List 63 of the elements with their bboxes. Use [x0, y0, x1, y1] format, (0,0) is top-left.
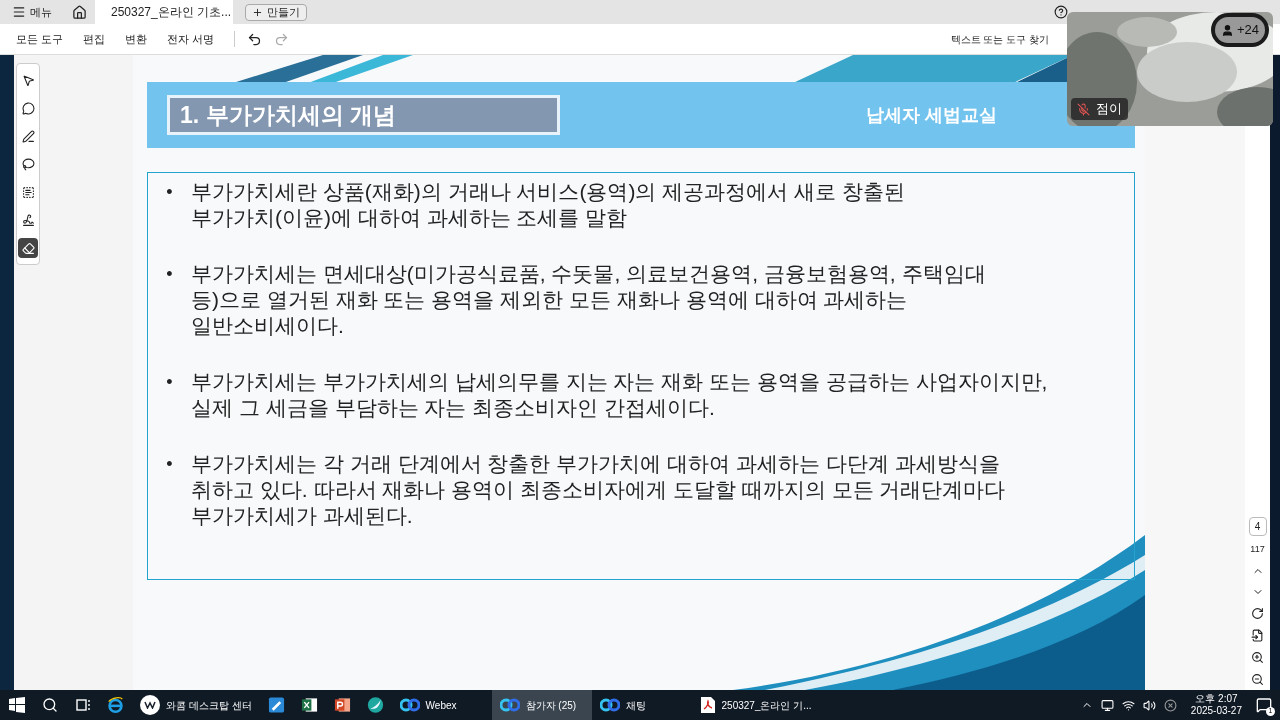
tab-title: 250327_온라인 기초...: [111, 4, 232, 21]
rotate-icon[interactable]: [1251, 607, 1264, 620]
taskbar-app-button[interactable]: 250327_온라인 기...: [691, 690, 820, 720]
bullet-marker: •: [165, 371, 174, 394]
windows-icon: [8, 697, 25, 713]
pdf-file-icon: [699, 696, 716, 714]
taskbar-app-button[interactable]: 채팅: [591, 690, 692, 720]
lasso-tool-icon: [21, 157, 35, 171]
presentation-icon: [333, 696, 351, 714]
toolbar-menu[interactable]: 편집: [83, 30, 106, 48]
bullet-text: 부가가치세는 부가가치세의 납세의무를 지는 자는 재화 또는 용역을 공급하는 사업자이지만, 실제 그 세금을 부담하는 자는 최종소비자인 간접세이다.: [191, 369, 1048, 421]
taskbar-app-button[interactable]: Webex: [391, 690, 492, 720]
meeting-app-icon: [399, 698, 420, 712]
undo-icon[interactable]: [247, 31, 263, 47]
app-icon: [366, 695, 384, 715]
help-icon[interactable]: [1054, 5, 1068, 19]
bullet-text: 부가가치세는 각 거래 단계에서 창출한 부가가치에 대하여 과세하는 다단계 과세방식을 취하고 있다. 따라서 재화나 용역이 최종소비자에게 도달할 때까지의 모든 거래단계마다 부가가치세가 과세된다.: [191, 451, 1006, 529]
draw-tool-icon: [21, 129, 35, 143]
taskbar-app-button[interactable]: 와콤 데스크탑 센터: [132, 690, 260, 720]
menu-icon: [12, 5, 26, 19]
sign-tool-icon: [21, 213, 35, 227]
bullet-marker: •: [165, 453, 174, 476]
wireless-icon[interactable]: [1121, 698, 1135, 712]
bullet-marker: •: [165, 181, 174, 204]
volume-icon[interactable]: [1142, 698, 1156, 712]
page-fit-icon[interactable]: [1251, 629, 1264, 642]
page-total: 117: [1250, 542, 1265, 556]
slide-subtitle: 납세자 세법교실: [866, 103, 997, 127]
pen-tablet-icon: [267, 696, 285, 714]
page-number-field[interactable]: 4: [1248, 516, 1267, 536]
comment-tool-icon: [21, 101, 35, 115]
status-icon[interactable]: [1163, 698, 1177, 712]
menu-button[interactable]: 메뉴: [0, 0, 64, 24]
wacom-icon: [140, 695, 160, 715]
text-tool-icon: [21, 185, 35, 199]
search-icon: [41, 697, 58, 713]
network-icon[interactable]: [1100, 698, 1114, 712]
eraser-tool-icon: [21, 241, 35, 255]
eraser-tool-button[interactable]: [18, 238, 38, 258]
taskbar-app-button[interactable]: 참가자 (25): [491, 690, 592, 720]
spreadsheet-icon: [300, 696, 318, 714]
bullet-marker: •: [165, 263, 174, 286]
bullet-text: 부가가치세란 상품(재화)의 거래나 서비스(용역)의 제공과정에서 새로 창출된 부가가치(이윤)에 대하여 과세하는 조세를 말함: [191, 179, 905, 231]
meeting-app-icon: [599, 698, 620, 712]
notifications-icon[interactable]: [1256, 697, 1272, 713]
create-button[interactable]: 만들기: [245, 3, 307, 21]
select-tool-icon: [21, 73, 35, 87]
meeting-app-icon: [499, 698, 520, 712]
toolbar-menu[interactable]: 변환: [125, 30, 148, 48]
zoom-out-icon[interactable]: [1251, 673, 1264, 686]
toolbar-menu[interactable]: 전자 서명: [167, 30, 215, 48]
home-icon[interactable]: [72, 4, 87, 20]
clock[interactable]: 오후 2:07 2025-03-27: [1190, 693, 1242, 717]
slide-title: 1. 부가가치세의 개념: [167, 95, 560, 135]
bullet-text: 부가가치세는 면세대상(미가공식료품, 수돗물, 의료보건용역, 금융보험용역, 주택임대 등)으로 열거된 재화 또는 용역을 제외한 모든 재화나 용역에 대하여 과세하는 일반소비세이다.: [191, 261, 986, 339]
find-tools-button[interactable]: 텍스트 또는 도구 찾기: [950, 31, 1049, 47]
browser-icon: [107, 695, 124, 715]
zoom-in-icon[interactable]: [1251, 651, 1264, 664]
toolbar-menu[interactable]: 모든 도구: [16, 30, 64, 48]
task-view-icon: [74, 697, 91, 713]
participant-name-tag: 점이: [1071, 98, 1128, 120]
document-tab[interactable]: 250327_온라인 기초...: [95, 0, 233, 24]
plus-icon: [252, 6, 263, 18]
